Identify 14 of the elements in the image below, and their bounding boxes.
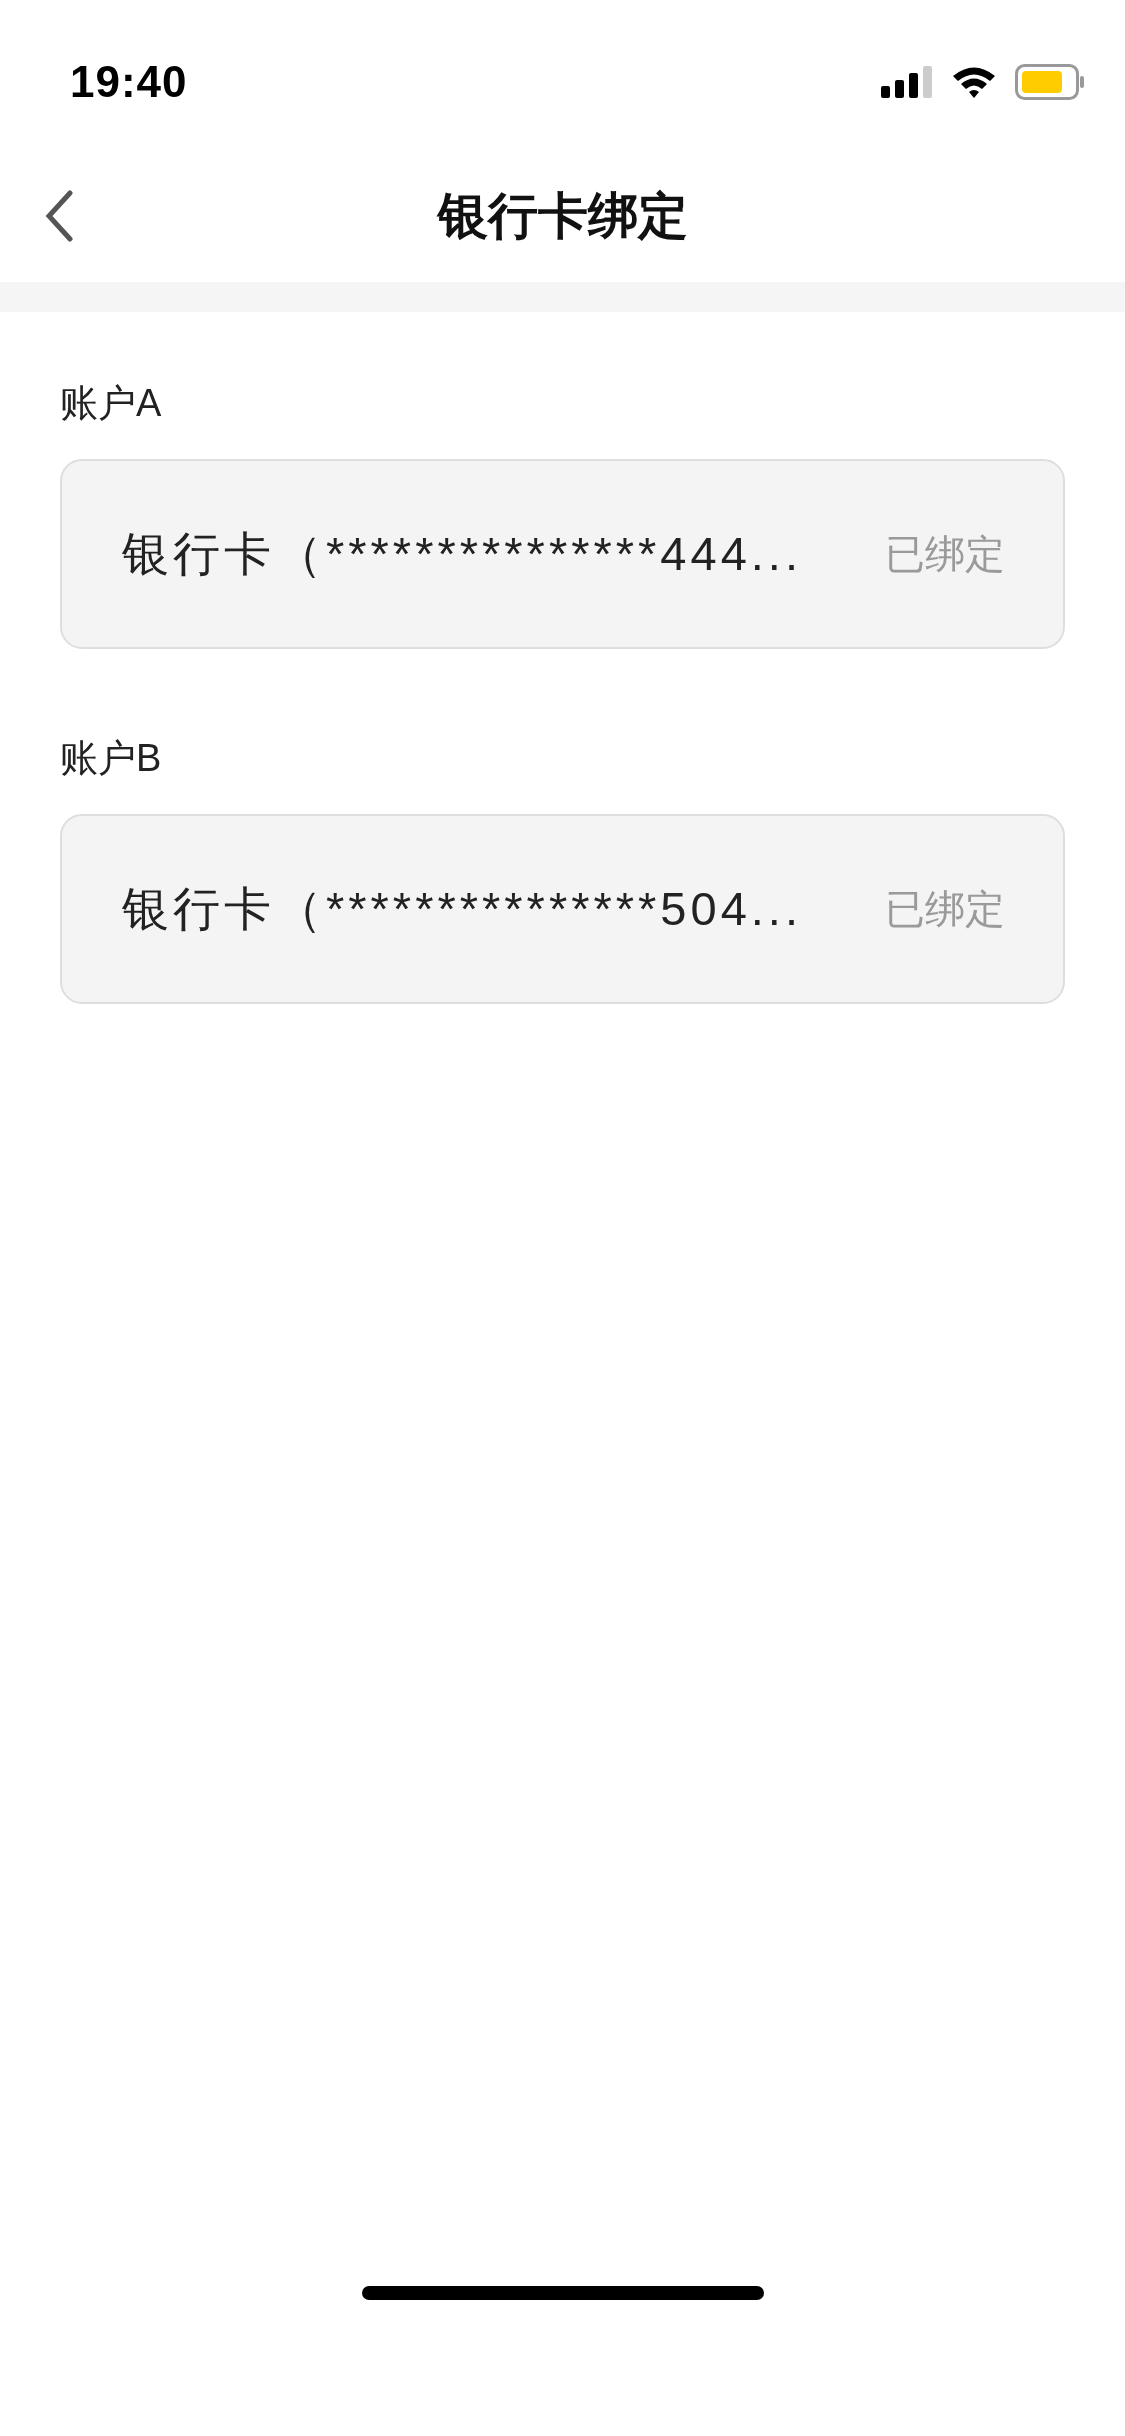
card-number: 银行卡（***************444... bbox=[122, 525, 802, 582]
battery-icon bbox=[1015, 64, 1085, 100]
card-number: 银行卡（***************504... bbox=[122, 880, 802, 937]
status-time: 19:40 bbox=[70, 57, 188, 107]
account-label: 账户A bbox=[60, 381, 162, 426]
bound-status: 已绑定 bbox=[885, 885, 1005, 933]
page-title: 银行卡绑定 bbox=[437, 186, 688, 246]
account-label: 账户B bbox=[60, 736, 162, 781]
signal-icon bbox=[881, 66, 933, 98]
bank-card-row[interactable]: 银行卡（***************444... 已绑定 bbox=[60, 459, 1065, 649]
back-icon[interactable] bbox=[44, 190, 74, 242]
bank-card-row[interactable]: 银行卡（***************504... 已绑定 bbox=[60, 814, 1065, 1004]
bound-status: 已绑定 bbox=[885, 530, 1005, 578]
wifi-icon bbox=[951, 65, 997, 99]
